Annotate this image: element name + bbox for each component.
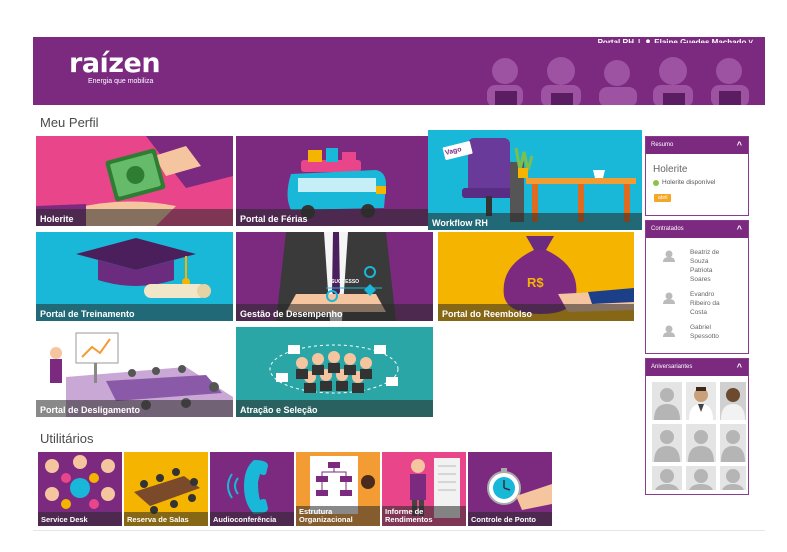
tile-label-line-2: Organizacional <box>299 515 353 524</box>
tile-audioconferencia[interactable]: Audioconferência <box>210 452 294 526</box>
panel-contratados: Contratados ^ Beatriz de Souza Patriota … <box>645 220 749 354</box>
success-caption: SUCCESSO <box>331 279 360 285</box>
chevron-up-icon[interactable]: ^ <box>737 140 742 150</box>
panel-aniversariantes: Aniversariantes ^ <box>645 358 749 495</box>
tile-reserva-salas[interactable]: Reserva de Salas <box>124 452 208 526</box>
footer-divider <box>33 530 765 531</box>
avatar-placeholder-icon <box>654 430 680 462</box>
avatar-placeholder-icon <box>663 250 675 262</box>
person-photo-icon <box>686 382 716 420</box>
section-title-meu-perfil: Meu Perfil <box>40 115 99 130</box>
tile-label: Service Desk <box>41 515 88 524</box>
panel-title: Aniversariantes <box>651 364 693 370</box>
tile-portal-treinamento[interactable]: Portal de Treinamento <box>36 232 233 321</box>
panel-title: Resumo <box>651 142 674 148</box>
birthday-avatar[interactable] <box>720 424 746 462</box>
tile-label: Reserva de Salas <box>127 515 189 524</box>
tile-label: Estrutura Organizacional <box>299 508 353 524</box>
raizen-logo[interactable]: raízen Energia que mobiliza <box>69 48 161 86</box>
holerite-status-text: Holerite disponível <box>662 179 716 186</box>
birthday-avatar[interactable] <box>686 424 716 462</box>
birthday-avatar[interactable] <box>652 382 682 420</box>
contratado-item[interactable]: Evandro Ribeiro da Costa <box>646 290 748 317</box>
chevron-up-icon[interactable]: ^ <box>737 224 742 234</box>
avatar-placeholder-icon <box>663 292 675 304</box>
portal-page: raízen Energia que mobiliza Portal RH | … <box>0 0 787 552</box>
tile-label: Portal de Treinamento <box>40 309 135 319</box>
avatar-placeholder-icon <box>689 469 713 490</box>
contratado-name-line: Souza <box>690 258 709 265</box>
birthday-avatar[interactable] <box>720 466 746 490</box>
tile-service-desk[interactable]: Service Desk <box>38 452 122 526</box>
tile-label: Portal do Reembolso <box>442 309 533 319</box>
avatar-placeholder-icon <box>722 469 744 490</box>
tile-label: Holerite <box>40 214 74 224</box>
tile-holerite[interactable]: Holerite <box>36 136 233 226</box>
contratado-item[interactable]: Gabriel Spessotto <box>646 323 748 341</box>
tile-portal-desligamento[interactable]: Portal de Desligamento <box>36 327 233 417</box>
tile-portal-ferias[interactable]: Portal de Férias <box>236 136 433 226</box>
resumo-holerite-title: Holerite <box>653 164 688 175</box>
avatar-placeholder-icon <box>655 469 679 490</box>
contratado-item[interactable]: Beatriz de Souza Patriota Soares <box>646 248 748 284</box>
avatar-placeholder-icon <box>654 388 680 420</box>
contratado-name-line: Spessotto <box>690 333 719 340</box>
tile-controle-ponto[interactable]: Controle de Ponto <box>468 452 552 526</box>
tile-atracao-selecao[interactable]: Atração e Seleção <box>236 327 433 417</box>
section-title-utilitarios: Utilitários <box>40 431 94 446</box>
avatar-placeholder-icon <box>721 430 745 462</box>
tile-label: Controle de Ponto <box>471 515 536 524</box>
month-badge[interactable]: abril <box>654 194 672 202</box>
birthday-avatar[interactable] <box>652 466 682 490</box>
panel-resumo: Resumo ^ Holerite Holerite disponível ab… <box>645 136 749 216</box>
tile-label: Portal de Desligamento <box>40 405 141 415</box>
logo-tagline: Energia que mobiliza <box>88 78 154 85</box>
contratado-name-line: Costa <box>690 309 707 316</box>
birthday-avatar[interactable] <box>720 382 746 420</box>
panel-title: Contratados <box>651 226 684 232</box>
tile-label: Portal de Férias <box>240 214 308 224</box>
contratado-name-line: Evandro <box>690 291 715 298</box>
tile-informe-rendimentos[interactable]: Informe de Rendimentos <box>382 452 466 526</box>
contratado-name-line: Beatriz de <box>690 249 720 256</box>
contratado-name-line: Soares <box>690 276 711 283</box>
avatar-placeholder-icon <box>663 325 675 337</box>
chevron-up-icon[interactable]: ^ <box>737 362 742 372</box>
tile-workflow-rh[interactable]: Vago Workflow RH <box>428 130 642 230</box>
tile-label: Audioconferência <box>213 515 277 524</box>
avatar-placeholder-icon <box>688 430 714 462</box>
contratado-name-line: Gabriel <box>690 324 711 331</box>
birthday-avatar[interactable] <box>686 382 716 420</box>
tile-label: Atração e Seleção <box>240 405 318 415</box>
currency-symbol: R$ <box>527 275 544 290</box>
tile-estrutura-organizacional[interactable]: Estrutura Organizacional <box>296 452 380 526</box>
panel-header-resumo[interactable]: Resumo ^ <box>646 137 748 154</box>
tile-portal-reembolso[interactable]: R$ Portal do Reembolso <box>438 232 634 321</box>
tile-label: Informe de Rendimentos <box>385 508 433 524</box>
birthday-avatar[interactable] <box>686 466 716 490</box>
person-photo-icon <box>720 382 746 420</box>
panel-header-contratados[interactable]: Contratados ^ <box>646 221 748 238</box>
holerite-status: Holerite disponível <box>653 179 748 186</box>
logo-text: raízen <box>69 48 161 79</box>
tile-gestao-desempenho[interactable]: SUCCESSO Gestão de Desempenho <box>236 232 433 321</box>
tile-label-line-2: Rendimentos <box>385 515 433 524</box>
contratado-name-line: Ribeiro da <box>690 300 720 307</box>
status-dot-icon <box>653 179 659 186</box>
birthday-avatar[interactable] <box>652 424 682 462</box>
team-illustration <box>475 43 765 105</box>
tile-label: Gestão de Desempenho <box>240 309 343 319</box>
top-banner: raízen Energia que mobiliza Portal RH | … <box>33 37 765 105</box>
panel-header-aniversariantes[interactable]: Aniversariantes ^ <box>646 359 748 376</box>
tile-label: Workflow RH <box>432 218 488 228</box>
contratado-name-line: Patriota <box>690 267 713 274</box>
